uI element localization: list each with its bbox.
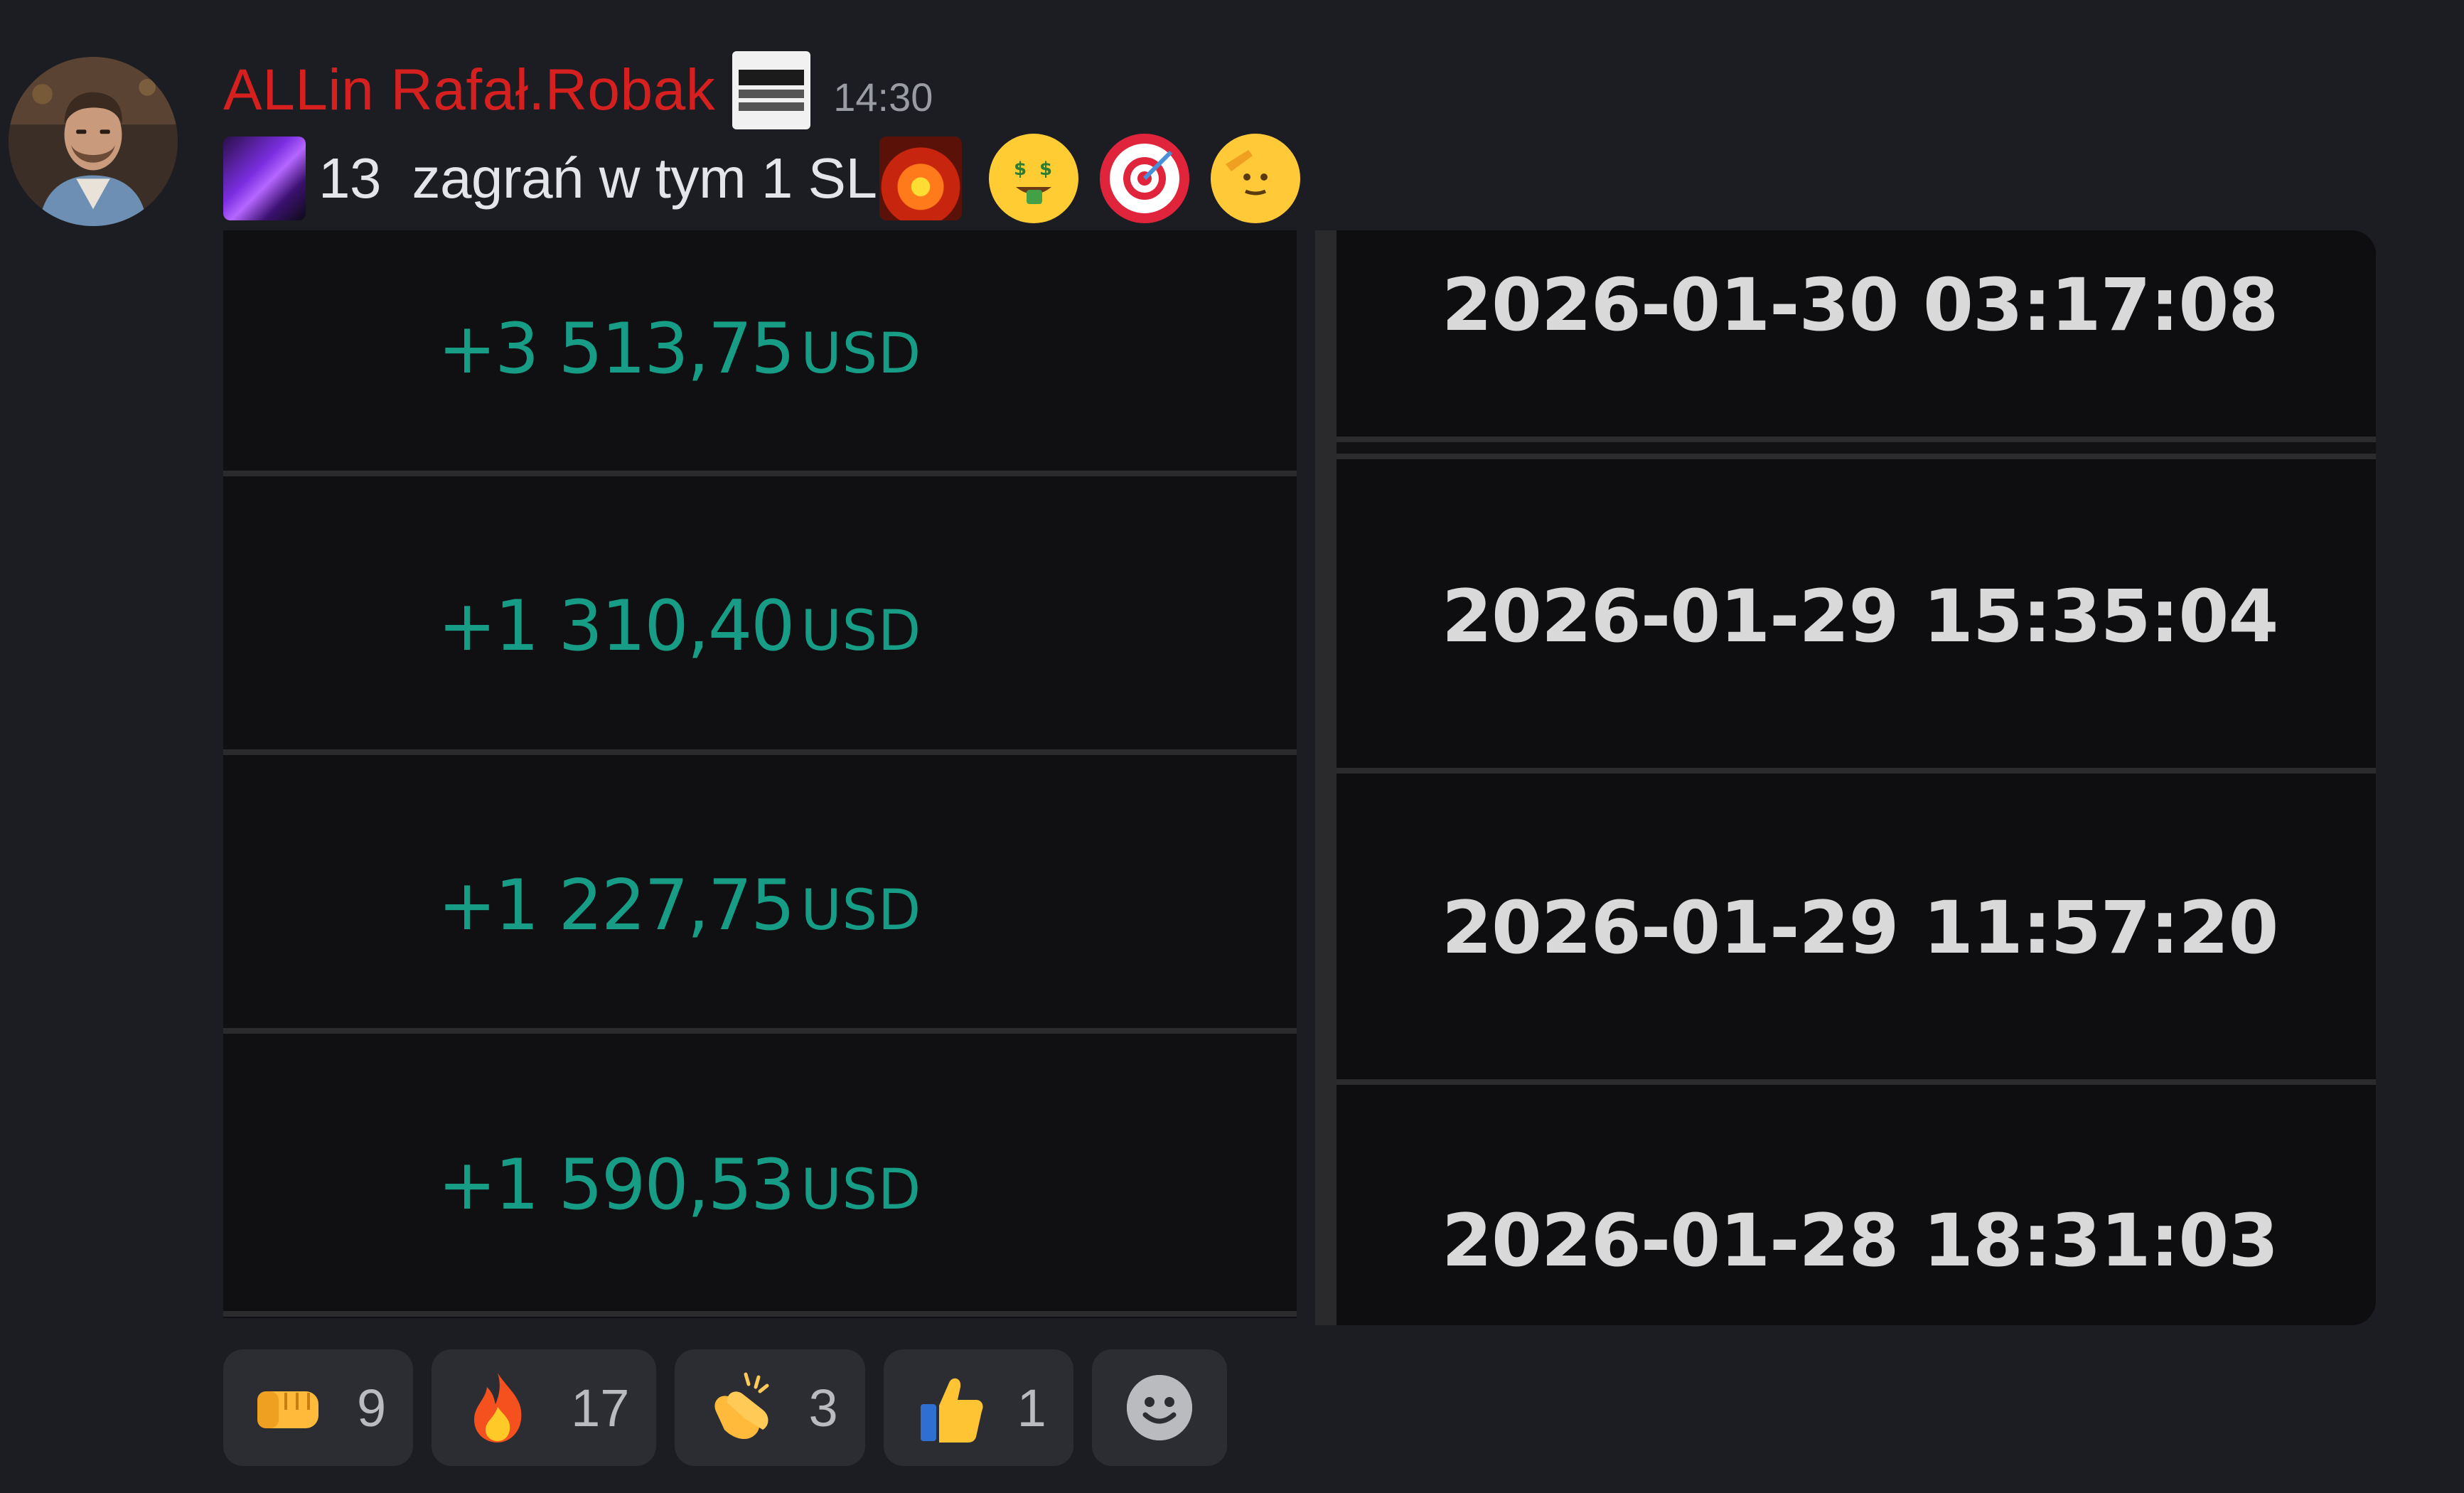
avatar-photo-icon [9, 57, 178, 226]
row-divider [1337, 432, 2376, 464]
trade-datetime: 2026-01-30 03:17:08 [1442, 263, 2278, 348]
message-header: ALLin Rafał.Robak 14:30 [223, 51, 933, 129]
reaction-count: 3 [808, 1378, 838, 1438]
reaction-oncoming-fist[interactable]: 9 [223, 1349, 414, 1466]
author-name[interactable]: ALLin Rafał.Robak [223, 61, 715, 119]
row-divider [223, 1311, 1297, 1317]
crystal-custom-emoji-icon[interactable] [223, 137, 306, 220]
reaction-thumbs-up[interactable]: 1 [883, 1349, 1073, 1466]
user-avatar[interactable] [9, 57, 178, 226]
profit-amount: +3 513,75 USD [438, 309, 922, 390]
svg-text:$: $ [1039, 159, 1052, 180]
direct-hit-target-emoji-icon[interactable] [1100, 134, 1190, 223]
add-reaction-button[interactable] [1091, 1349, 1227, 1466]
profit-amount: +1 227,75 USD [438, 865, 922, 946]
panel-divider [1315, 230, 1337, 1325]
reactions-bar: 9 17 3 1 [223, 1349, 1227, 1466]
clapping-hands-emoji-icon [702, 1369, 780, 1447]
row-divider [223, 749, 1297, 755]
amounts-panel: +3 513,75 USD +1 310,40 USD +1 227,75 USD +… [223, 230, 1297, 1318]
brand-logo-badge-icon[interactable] [732, 51, 811, 129]
chat-message: ALLin Rafał.Robak 14:30 13 zagrań w tym … [0, 0, 2464, 1493]
trade-datetime: 2026-01-29 11:57:20 [1442, 886, 2278, 970]
trade-datetime: 2026-01-29 15:35:04 [1442, 574, 2278, 659]
trade-datetime: 2026-01-28 18:31:03 [1442, 1199, 2278, 1283]
add-reaction-smiley-icon [1126, 1375, 1192, 1440]
reaction-fire[interactable]: 17 [432, 1349, 657, 1466]
svg-text:$: $ [1014, 159, 1027, 180]
row-divider [1337, 768, 2376, 774]
row-divider [223, 471, 1297, 476]
thumbs-up-emoji-icon [911, 1369, 989, 1447]
reaction-count: 1 [1017, 1378, 1046, 1438]
trade-results-image[interactable]: +3 513,75 USD +1 310,40 USD +1 227,75 USD +… [223, 230, 2376, 1325]
reaction-clapping-hands[interactable]: 3 [675, 1349, 865, 1466]
fire-emoji-icon [459, 1369, 537, 1447]
oncoming-fist-emoji-icon [250, 1369, 328, 1447]
profit-amount: +1 590,53 USD [438, 1145, 922, 1226]
row-divider [223, 1028, 1297, 1034]
fire-monster-custom-emoji-icon[interactable] [879, 137, 963, 220]
datetimes-panel: 2026-01-30 03:17:08 2026-01-29 15:35:04 … [1337, 230, 2376, 1325]
message-content: 13 zagrań w tym 1 SL $ $ [223, 132, 1301, 225]
reaction-count: 17 [571, 1378, 630, 1438]
message-text: 13 zagrań w tym 1 SL [318, 146, 877, 210]
saluting-face-emoji-icon[interactable] [1211, 134, 1301, 223]
profit-amount: +1 310,40 USD [438, 586, 922, 667]
row-divider [1337, 1079, 2376, 1085]
money-mouth-face-emoji-icon[interactable]: $ $ [989, 134, 1079, 223]
message-timestamp[interactable]: 14:30 [833, 74, 933, 120]
reaction-count: 9 [357, 1378, 387, 1438]
